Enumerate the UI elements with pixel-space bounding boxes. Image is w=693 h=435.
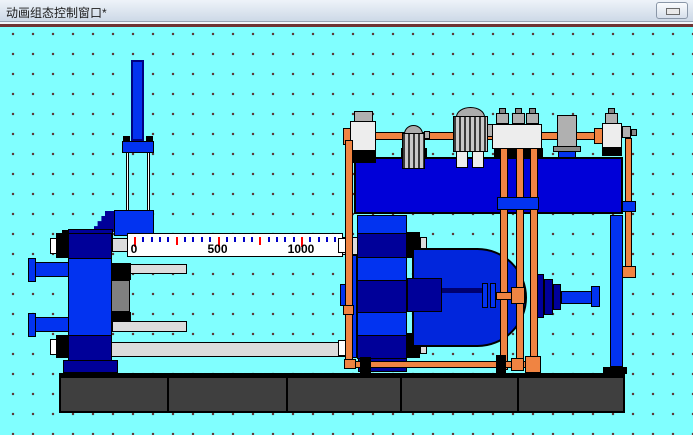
motor2-foot-right bbox=[472, 150, 484, 168]
bottom-valve-right bbox=[496, 355, 506, 373]
stack-plate-3 bbox=[357, 257, 407, 281]
right-valve-base bbox=[602, 147, 622, 156]
motor-2[interactable] bbox=[453, 116, 488, 152]
base-divider-4 bbox=[517, 376, 519, 412]
restore-button[interactable] bbox=[656, 2, 688, 19]
stack-plate-5 bbox=[357, 312, 407, 336]
right-valve-cap bbox=[605, 113, 618, 124]
ruler-tick bbox=[334, 237, 336, 242]
manifold-cap-2 bbox=[512, 113, 525, 124]
guide-rod-right bbox=[147, 152, 150, 211]
manifold-pipe-2 bbox=[516, 148, 524, 363]
motor2-foot-left bbox=[456, 150, 468, 168]
ruler-tick bbox=[234, 237, 236, 242]
piston-rod bbox=[442, 288, 484, 293]
ruler-tick bbox=[142, 237, 144, 242]
center-valve-pedestal bbox=[558, 151, 576, 158]
stack-plate-1 bbox=[357, 215, 407, 234]
tank-support-column bbox=[610, 215, 623, 367]
bottom-valve-left bbox=[360, 357, 371, 373]
left-return-pipe bbox=[345, 140, 353, 366]
column-body[interactable] bbox=[68, 258, 112, 336]
ruler-label-0: 0 bbox=[131, 243, 138, 255]
column-top-plate[interactable] bbox=[68, 233, 112, 259]
ruler-tick bbox=[268, 237, 270, 242]
ruler-tick bbox=[326, 237, 328, 242]
column-bottom-black-block bbox=[56, 335, 68, 358]
pipe-clamp-band bbox=[497, 197, 539, 210]
left-pump-base bbox=[352, 149, 376, 163]
return-pipe-fitting bbox=[343, 305, 354, 315]
oil-tank[interactable] bbox=[354, 157, 623, 214]
ruler-tick bbox=[276, 237, 278, 242]
ruler-ticks: 0 500 1000 bbox=[128, 234, 342, 256]
ruler-tick bbox=[201, 237, 203, 242]
column-bottom-plate bbox=[68, 335, 112, 361]
stack-plate-2 bbox=[357, 233, 407, 258]
left-pump-cap bbox=[354, 111, 373, 122]
left-pump-body[interactable] bbox=[350, 121, 376, 151]
ruler-tick bbox=[167, 237, 169, 242]
middle-tie-bar bbox=[112, 321, 187, 332]
ruler-tick bbox=[284, 237, 286, 242]
guide-rod-left bbox=[126, 152, 129, 211]
bottom-fitting-small bbox=[511, 358, 524, 371]
stack-plate-6 bbox=[357, 335, 407, 359]
ruler-tick bbox=[184, 237, 186, 242]
shaft-end-flange bbox=[591, 286, 600, 307]
motor1-junction-box bbox=[424, 131, 430, 139]
column-pedestal bbox=[63, 360, 118, 373]
drain-pipe-bracket bbox=[622, 201, 636, 212]
machine-base[interactable] bbox=[59, 373, 625, 413]
position-ruler[interactable]: 0 500 1000 bbox=[127, 233, 343, 257]
motor-1[interactable] bbox=[402, 133, 425, 169]
die-holder-top bbox=[111, 263, 131, 280]
press-piston-rod[interactable] bbox=[131, 60, 144, 141]
ruler-tick bbox=[318, 237, 320, 242]
ruler-tick bbox=[159, 237, 161, 242]
die-block[interactable] bbox=[111, 280, 130, 312]
right-valve-side-knob bbox=[631, 129, 637, 136]
output-shaft bbox=[561, 291, 592, 304]
ruler-tick bbox=[243, 237, 245, 242]
manifold-cap-3 bbox=[526, 113, 539, 124]
valve-manifold[interactable] bbox=[492, 124, 542, 149]
manifold-cap-1 bbox=[496, 113, 509, 124]
ruler-label-500: 500 bbox=[207, 243, 227, 255]
title-bar: 动画组态控制窗口* bbox=[0, 0, 693, 22]
ruler-label-1000: 1000 bbox=[288, 243, 315, 255]
upper-peg bbox=[35, 262, 69, 277]
lower-peg bbox=[35, 317, 69, 332]
shaft-disc-2 bbox=[544, 279, 553, 315]
lower-tie-bar bbox=[110, 342, 347, 357]
stack-plate-4 bbox=[357, 280, 407, 313]
base-divider-3 bbox=[400, 376, 402, 412]
manifold-pipe-3 bbox=[530, 148, 538, 360]
center-valve[interactable] bbox=[557, 115, 577, 147]
column-top-black-block bbox=[56, 233, 68, 258]
ruler-left-support bbox=[112, 238, 128, 252]
ruler-tick bbox=[151, 237, 153, 242]
die-holder-bottom bbox=[111, 312, 131, 322]
base-top-strip bbox=[60, 373, 624, 378]
manifold-pipe-1 bbox=[500, 148, 508, 370]
ruler-tick bbox=[251, 237, 253, 242]
right-valve-side-port bbox=[622, 126, 631, 138]
ruler-tick bbox=[176, 237, 178, 245]
cylinder-collar bbox=[407, 278, 442, 312]
base-divider-1 bbox=[167, 376, 169, 412]
rod-connector-block bbox=[511, 287, 525, 304]
window-title: 动画组态控制窗口* bbox=[6, 4, 107, 21]
bottom-pipe-elbow bbox=[344, 359, 356, 369]
ruler-tick bbox=[192, 237, 194, 242]
drain-pipe-fitting bbox=[622, 266, 636, 278]
restore-icon bbox=[666, 8, 680, 15]
right-valve[interactable] bbox=[602, 123, 622, 148]
bottom-fitting-large bbox=[525, 356, 541, 373]
ruler-tick bbox=[259, 237, 261, 245]
upper-tie-bar bbox=[130, 264, 187, 274]
shaft-disc-3 bbox=[553, 284, 561, 310]
base-divider-2 bbox=[286, 376, 288, 412]
rod-plate-1 bbox=[482, 283, 488, 308]
